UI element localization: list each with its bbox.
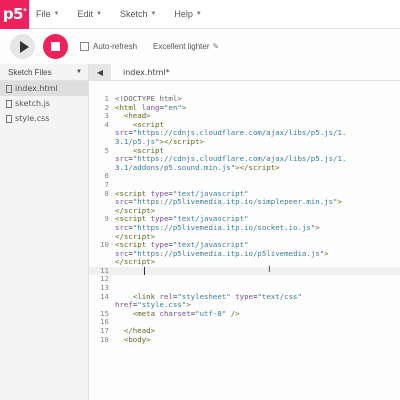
chevron-down-icon: ▼ (95, 11, 102, 17)
toolbar: Auto-refresh Excellent lighter ✎ (0, 29, 400, 64)
ibeam-cursor-icon: I (268, 264, 271, 275)
line-number (89, 198, 115, 207)
menu-label: Edit (77, 9, 93, 19)
line-number (89, 224, 115, 233)
auto-refresh-toggle[interactable]: Auto-refresh (80, 42, 137, 51)
line-number (89, 207, 115, 216)
line-number (89, 155, 115, 164)
editor-filename: index.html* (123, 67, 170, 77)
chevron-down-icon[interactable]: ▼ (76, 69, 82, 75)
text-cursor (144, 266, 145, 276)
code-line[interactable]: 15 <meta charset="utf-8" /> (89, 308, 400, 319)
code-text: <body> (123, 334, 151, 344)
file-item[interactable]: style.css (0, 111, 88, 126)
editor-tab-bar: ◀ index.html* (89, 64, 400, 81)
top-nav: p5 * File ▼ Edit ▼ Sketch ▼ Help ▼ (0, 0, 400, 29)
sidebar-title: Sketch Files (8, 67, 52, 77)
line-number: 18 (100, 334, 109, 344)
chevron-down-icon: ▼ (150, 11, 157, 17)
code-line[interactable]: 12 (89, 275, 400, 284)
line-number: 9 (104, 214, 109, 224)
file-icon (6, 99, 12, 108)
menu-label: Help (174, 9, 193, 19)
stop-icon (51, 42, 60, 51)
line-number: 1 (104, 94, 109, 103)
auto-refresh-checkbox[interactable] (80, 42, 89, 51)
line-number (89, 164, 115, 173)
line-number: 7 (104, 179, 109, 189)
line-number: 2 (104, 102, 109, 112)
play-button[interactable] (10, 34, 35, 59)
chevron-down-icon: ▼ (53, 11, 60, 17)
stop-button[interactable] (43, 34, 68, 59)
p5-logo[interactable]: p5 * (0, 0, 29, 29)
menu-sketch[interactable]: Sketch ▼ (120, 9, 156, 19)
line-number: 8 (104, 188, 109, 198)
line-number (89, 129, 115, 138)
file-item[interactable]: index.html (0, 81, 88, 96)
project-name[interactable]: Excellent lighter ✎ (153, 42, 219, 51)
play-icon (19, 40, 29, 53)
code-line[interactable]: 18 <body> (89, 334, 400, 345)
chevron-left-icon: ◀ (96, 67, 104, 77)
code-line[interactable]: 6 (89, 172, 400, 181)
menu-label: Sketch (119, 9, 148, 19)
file-icon (6, 84, 12, 93)
menu-edit[interactable]: Edit ▼ (77, 9, 101, 19)
line-number (89, 138, 115, 147)
pencil-icon[interactable]: ✎ (213, 42, 220, 51)
sidebar: Sketch Files ▼ index.html sketch.js style.… (0, 64, 89, 400)
line-number: 14 (100, 291, 109, 301)
file-list: index.html sketch.js style.css (0, 81, 88, 126)
file-name: style.css (15, 114, 50, 123)
file-item[interactable]: sketch.js (0, 96, 88, 111)
file-icon (6, 114, 12, 123)
line-number: 3 (104, 111, 109, 121)
menu-help[interactable]: Help ▼ (174, 9, 201, 19)
collapse-sidebar-button[interactable]: ◀ (89, 64, 111, 80)
line-number: 6 (104, 171, 109, 181)
menu-bar: File ▼ Edit ▼ Sketch ▼ Help ▼ (36, 9, 220, 19)
line-number: 10 (100, 240, 109, 250)
code-text: 3.1/addons/p5.sound.min.js"></script> (115, 162, 280, 172)
code-area[interactable]: 1 <!DOCTYPE html> 2 <html lang="en"> 3 <head… (89, 94, 400, 345)
auto-refresh-label: Auto-refresh (93, 42, 138, 51)
sidebar-header: Sketch Files ▼ (0, 64, 88, 81)
menu-label: File (36, 9, 51, 19)
line-number: 4 (104, 119, 109, 129)
line-number: 5 (104, 145, 109, 155)
code-text: </script> (115, 257, 156, 267)
editor: ◀ index.html* 1 <!DOCTYPE html> 2 <html lan… (89, 64, 400, 400)
line-number (89, 250, 115, 259)
chevron-down-icon: ▼ (195, 11, 202, 17)
code-text: <meta charset="utf-8" /> (132, 308, 240, 318)
menu-file[interactable]: File ▼ (36, 9, 59, 19)
project-name-text: Excellent lighter (153, 42, 210, 51)
code-line[interactable]: 11 I (89, 264, 400, 276)
code-line[interactable]: 3.1/addons/p5.sound.min.js"></script> (89, 162, 400, 173)
file-name: index.html (15, 84, 58, 93)
code-line[interactable]: </script> (89, 257, 400, 267)
file-name: sketch.js (15, 99, 50, 108)
